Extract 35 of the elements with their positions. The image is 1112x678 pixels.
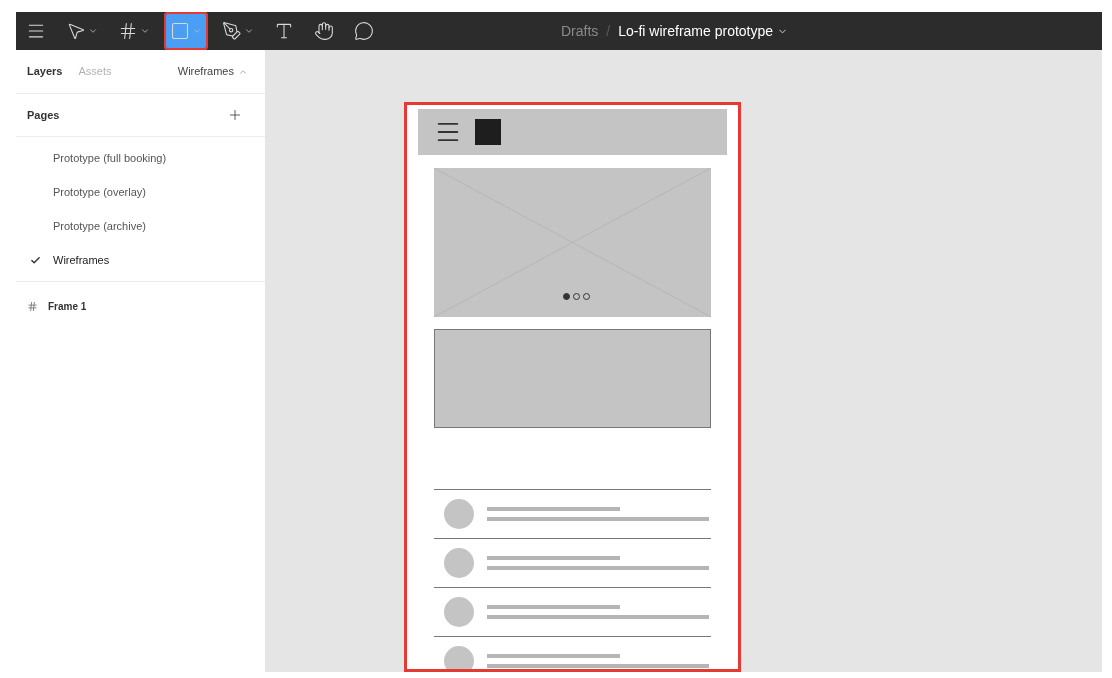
caret-icon (88, 26, 98, 36)
comment-icon (354, 21, 374, 41)
rectangle-tool-button[interactable] (164, 12, 208, 50)
section-title: Pages (27, 107, 60, 123)
wireframe-frame[interactable] (404, 102, 741, 672)
page-item[interactable]: Prototype (full booking) (16, 141, 265, 175)
rectangle-icon (170, 21, 190, 41)
caret-icon (244, 26, 254, 36)
page-label: Prototype (overlay) (53, 184, 146, 200)
page-label: Wireframes (53, 252, 110, 268)
avatar-placeholder (444, 597, 474, 627)
frame-icon (118, 21, 138, 41)
frame-icon (27, 300, 38, 312)
page-item[interactable]: Wireframes (16, 243, 265, 277)
page-switcher[interactable]: Wireframes (177, 63, 248, 80)
caret-icon (140, 26, 150, 36)
hand-icon (314, 21, 334, 41)
page-label: Prototype (archive) (53, 218, 146, 234)
page-item[interactable]: Prototype (archive) (16, 209, 265, 243)
layer-item[interactable]: Frame 1 (16, 282, 265, 330)
avatar-placeholder (444, 548, 474, 578)
file-name-button[interactable]: Lo-fi wireframe prototype (618, 20, 789, 42)
text-icon (274, 21, 294, 41)
logo-placeholder (475, 119, 501, 145)
avatar-placeholder (444, 499, 474, 529)
move-icon (66, 21, 86, 41)
avatar-placeholder (444, 646, 474, 669)
breadcrumb-link[interactable]: Drafts (561, 20, 599, 42)
page-label: Prototype (full booking) (53, 150, 167, 166)
pen-icon (222, 21, 242, 41)
panel-tab[interactable]: Layers (27, 63, 63, 80)
page-item[interactable]: Prototype (overlay) (16, 175, 265, 209)
check-icon (30, 254, 41, 266)
caret-icon (192, 26, 202, 36)
breadcrumb-separator: / (606, 21, 611, 41)
